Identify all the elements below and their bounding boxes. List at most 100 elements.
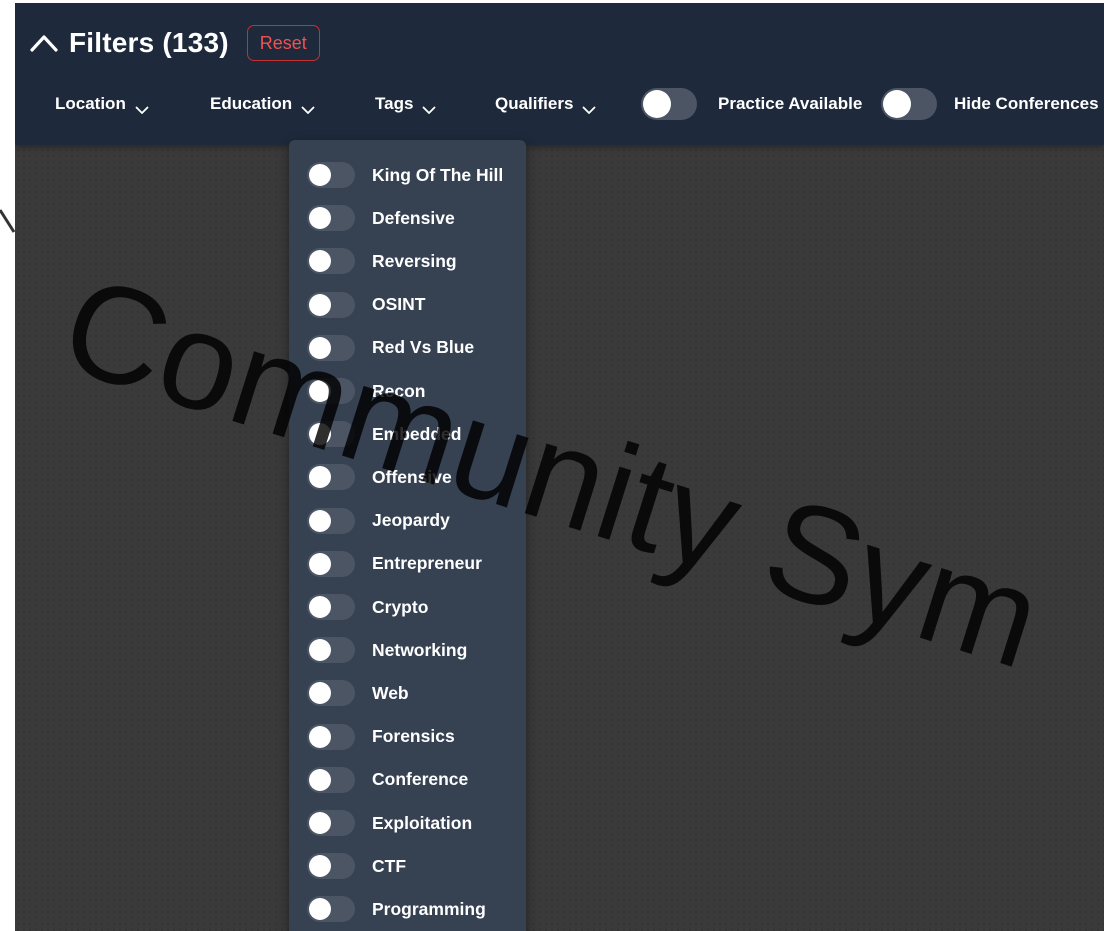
- qualifiers-filter-label: Qualifiers: [495, 94, 574, 113]
- tag-label: Forensics: [372, 726, 455, 747]
- tag-label: Offensive: [372, 466, 452, 487]
- page-background: Filters (133) Reset Location Education T…: [15, 3, 1104, 931]
- tag-toggle[interactable]: [307, 853, 355, 880]
- tags-dropdown-menu: King Of The Hill Defensive Reversing OSINT R…: [289, 140, 526, 931]
- tag-option[interactable]: CTF: [307, 851, 406, 881]
- toggle-knob: [309, 380, 331, 402]
- toggle-knob: [309, 552, 331, 575]
- tag-label: Crypto: [372, 596, 429, 617]
- tag-toggle[interactable]: [307, 248, 355, 275]
- tag-option[interactable]: Forensics: [307, 722, 455, 752]
- toggle-knob: [309, 682, 331, 705]
- filters-title[interactable]: Filters (133): [69, 27, 229, 59]
- toggle-knob: [309, 336, 331, 359]
- practice-available-toggle[interactable]: [641, 88, 697, 120]
- chevron-down-icon: [135, 100, 149, 114]
- toggle-knob: [309, 293, 331, 316]
- toggle-knob: [309, 164, 331, 186]
- tag-label: Recon: [372, 380, 426, 401]
- watermark-edge-mark: [0, 209, 16, 233]
- chevron-up-icon[interactable]: [29, 31, 59, 55]
- toggle-knob: [309, 898, 331, 921]
- tag-option[interactable]: Defensive: [307, 203, 455, 233]
- toggle-knob: [309, 812, 331, 834]
- location-filter-dropdown[interactable]: Location: [55, 83, 149, 125]
- tag-label: Exploitation: [372, 812, 473, 833]
- toggle-knob: [309, 855, 331, 878]
- toggle-knob: [883, 90, 911, 118]
- education-filter-dropdown[interactable]: Education: [210, 83, 315, 125]
- tag-toggle[interactable]: [307, 334, 355, 361]
- tag-option[interactable]: Crypto: [307, 592, 428, 622]
- tags-filter-label: Tags: [375, 94, 414, 113]
- education-filter-label: Education: [210, 94, 293, 113]
- tag-option[interactable]: Offensive: [307, 462, 452, 492]
- tag-toggle[interactable]: [307, 594, 355, 620]
- tag-toggle[interactable]: [307, 162, 355, 188]
- tag-toggle[interactable]: [307, 507, 355, 534]
- practice-available-label: Practice Available: [718, 94, 863, 113]
- filter-bar: Location Education Tags Qualifiers Pract…: [15, 83, 1104, 125]
- chevron-down-icon: [422, 100, 436, 114]
- tag-option[interactable]: Conference: [307, 765, 468, 795]
- toggle-knob: [309, 423, 331, 446]
- tag-option[interactable]: Entrepreneur: [307, 549, 482, 579]
- tag-option[interactable]: OSINT: [307, 290, 425, 320]
- toggle-knob: [309, 509, 331, 532]
- toggle-knob: [309, 207, 331, 230]
- tag-label: Red Vs Blue: [372, 337, 475, 358]
- hide-conferences-toggle[interactable]: [881, 88, 937, 120]
- chevron-down-icon: [301, 100, 315, 114]
- tag-toggle[interactable]: [307, 291, 355, 318]
- toggle-knob: [309, 466, 331, 489]
- toggle-knob: [309, 725, 331, 748]
- tag-label: Networking: [372, 639, 468, 660]
- tag-label: Jeopardy: [372, 510, 450, 531]
- tag-toggle[interactable]: [307, 205, 355, 232]
- tag-toggle[interactable]: [307, 378, 355, 404]
- tag-option[interactable]: Programming: [307, 894, 486, 924]
- tag-toggle[interactable]: [307, 680, 355, 707]
- toggle-knob: [309, 596, 331, 618]
- tag-label: Reversing: [372, 250, 457, 271]
- tag-label: CTF: [372, 855, 407, 876]
- hide-conferences-label: Hide Conferences: [954, 94, 1099, 113]
- tag-toggle[interactable]: [307, 464, 355, 491]
- hide-conferences-toggle-group: Hide Conferences: [881, 83, 1099, 125]
- tag-toggle[interactable]: [307, 896, 355, 923]
- tag-label: Conference: [372, 769, 469, 790]
- reset-button[interactable]: Reset: [246, 25, 320, 61]
- tag-option[interactable]: Networking: [307, 635, 467, 665]
- tag-label: Programming: [372, 898, 486, 919]
- tag-toggle[interactable]: [307, 637, 355, 664]
- tag-label: Embedded: [372, 423, 462, 444]
- location-filter-label: Location: [55, 94, 126, 113]
- tag-toggle[interactable]: [307, 810, 355, 836]
- toggle-knob: [309, 639, 331, 662]
- tag-option[interactable]: Recon: [307, 376, 425, 406]
- tag-label: OSINT: [372, 294, 426, 315]
- tag-label: Web: [372, 682, 409, 703]
- tag-option[interactable]: Web: [307, 678, 409, 708]
- tag-toggle[interactable]: [307, 766, 355, 793]
- toggle-knob: [309, 250, 331, 273]
- tag-option[interactable]: Red Vs Blue: [307, 333, 474, 363]
- chevron-down-icon: [582, 100, 596, 114]
- tag-option[interactable]: Exploitation: [307, 808, 472, 838]
- tags-filter-dropdown[interactable]: Tags: [375, 83, 436, 125]
- qualifiers-filter-dropdown[interactable]: Qualifiers: [495, 83, 596, 125]
- toggle-knob: [309, 768, 331, 791]
- tag-label: Defensive: [372, 207, 455, 228]
- tag-toggle[interactable]: [307, 723, 355, 750]
- tag-label: King Of The Hill: [372, 164, 504, 185]
- tag-toggle[interactable]: [307, 550, 355, 577]
- filters-header: Filters (133) Reset Location Education T…: [15, 3, 1104, 145]
- tag-option[interactable]: Embedded: [307, 419, 461, 449]
- filters-title-row: Filters (133) Reset: [29, 25, 320, 61]
- tag-label: Entrepreneur: [372, 553, 482, 574]
- tag-toggle[interactable]: [307, 421, 355, 448]
- tag-option[interactable]: Jeopardy: [307, 506, 450, 536]
- tag-option[interactable]: Reversing: [307, 246, 457, 276]
- toggle-knob: [643, 90, 671, 118]
- tag-option[interactable]: King Of The Hill: [307, 160, 503, 190]
